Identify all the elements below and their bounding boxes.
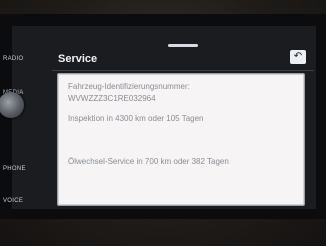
back-button[interactable]: ↶ xyxy=(290,50,306,64)
oil-service-info: Ölwechsel-Service in 700 km oder 382 Tag… xyxy=(68,157,229,166)
vin-label: Fahrzeug-Identifizierungsnummer: xyxy=(68,82,190,91)
page-title: Service xyxy=(58,53,98,65)
hardware-softkeys: RADIO MEDIA PHONE VOICE xyxy=(0,28,44,208)
radio-softkey[interactable]: RADIO xyxy=(3,56,24,62)
car-infotainment-photo: RADIO MEDIA PHONE VOICE Service ↶ Fahrze… xyxy=(0,0,326,246)
voice-softkey[interactable]: VOICE xyxy=(3,198,23,204)
screen-header: Service ↶ xyxy=(52,48,314,71)
vin-value: WVWZZZ3C1RE032964 xyxy=(68,94,156,103)
phone-softkey[interactable]: PHONE xyxy=(3,166,26,172)
back-arrow-icon: ↶ xyxy=(293,51,303,62)
inspection-info: Inspektion in 4300 km oder 105 Tagen xyxy=(68,114,204,123)
service-info-panel: Fahrzeug-Identifizierungsnummer: WVWZZZ3… xyxy=(57,73,305,206)
drag-handle-icon[interactable] xyxy=(168,44,198,47)
